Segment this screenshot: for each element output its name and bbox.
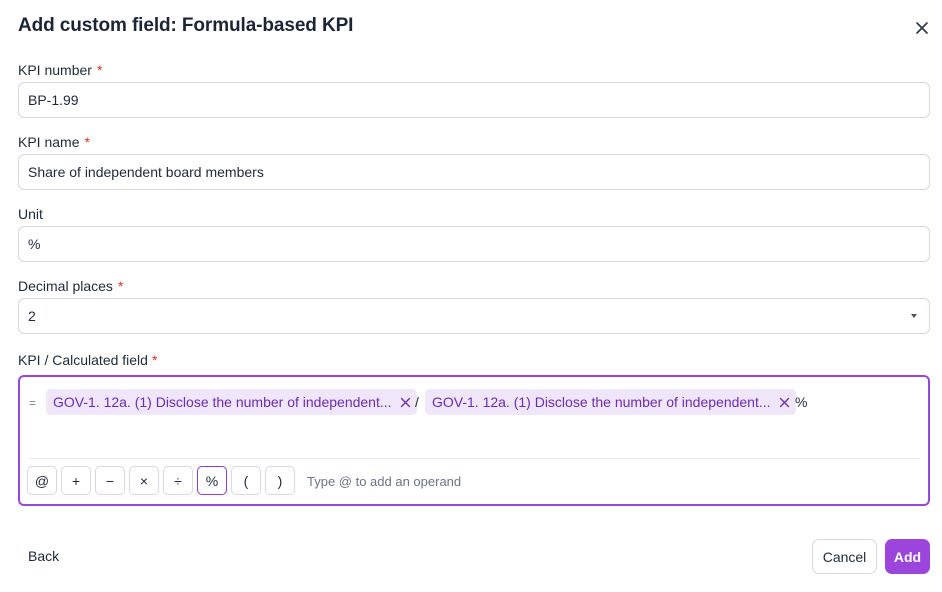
kpi-name-label-text: KPI name <box>18 134 80 150</box>
close-paren-button[interactable]: ) <box>265 466 295 495</box>
decimal-places-select[interactable]: 2 <box>18 298 930 334</box>
operand-chip[interactable]: GOV-1. 12a. (1) Disclose the number of i… <box>425 389 796 415</box>
unit-value: % <box>28 236 41 252</box>
required-mark: * <box>151 352 158 368</box>
formula-editor[interactable]: = GOV-1. 12a. (1) Disclose the number of… <box>18 375 930 506</box>
kpi-number-label: KPI number * <box>18 62 102 78</box>
back-button[interactable]: Back <box>28 548 59 564</box>
kpi-name-value: Share of independent board members <box>28 164 264 180</box>
operand-chip-label: GOV-1. 12a. (1) Disclose the number of i… <box>432 394 771 410</box>
caret-down-icon <box>911 314 917 318</box>
operator-divide: / <box>415 394 419 410</box>
decimal-places-value: 2 <box>28 308 36 324</box>
add-button[interactable]: Add <box>885 539 930 574</box>
close-button[interactable] <box>912 18 932 38</box>
operand-chip[interactable]: GOV-1. 12a. (1) Disclose the number of i… <box>46 389 417 415</box>
required-mark: * <box>96 62 103 78</box>
required-mark: * <box>117 278 124 294</box>
operand-chip-label: GOV-1. 12a. (1) Disclose the number of i… <box>53 394 392 410</box>
kpi-name-label: KPI name * <box>18 134 90 150</box>
kpi-number-value: BP-1.99 <box>28 92 79 108</box>
kpi-number-label-text: KPI number <box>18 62 92 78</box>
unit-label-text: Unit <box>18 206 43 222</box>
remove-chip-icon[interactable] <box>779 397 790 408</box>
divide-button[interactable]: ÷ <box>163 466 193 495</box>
remove-chip-icon[interactable] <box>400 397 411 408</box>
unit-label: Unit <box>18 206 43 222</box>
percent-button[interactable]: % <box>197 466 227 495</box>
kpi-name-input[interactable]: Share of independent board members <box>18 154 930 190</box>
close-icon <box>916 22 928 34</box>
formula-label: KPI / Calculated field * <box>18 352 157 368</box>
decimal-places-label-text: Decimal places <box>18 278 113 294</box>
equals-sign: = <box>29 396 37 410</box>
multiply-button[interactable]: × <box>129 466 159 495</box>
open-paren-button[interactable]: ( <box>231 466 261 495</box>
required-mark: * <box>84 134 90 150</box>
unit-input[interactable]: % <box>18 226 930 262</box>
dialog-title: Add custom field: Formula-based KPI <box>18 15 354 36</box>
kpi-number-input[interactable]: BP-1.99 <box>18 82 930 118</box>
plus-button[interactable]: + <box>61 466 91 495</box>
formula-hint: Type @ to add an operand <box>307 474 462 489</box>
toolbar-divider <box>28 458 920 459</box>
cancel-button[interactable]: Cancel <box>812 539 877 574</box>
decimal-places-label: Decimal places * <box>18 278 123 294</box>
formula-label-text: KPI / Calculated field <box>18 352 148 368</box>
minus-button[interactable]: − <box>95 466 125 495</box>
formula-suffix: % <box>795 394 808 410</box>
insert-operand-button[interactable]: @ <box>27 466 57 495</box>
